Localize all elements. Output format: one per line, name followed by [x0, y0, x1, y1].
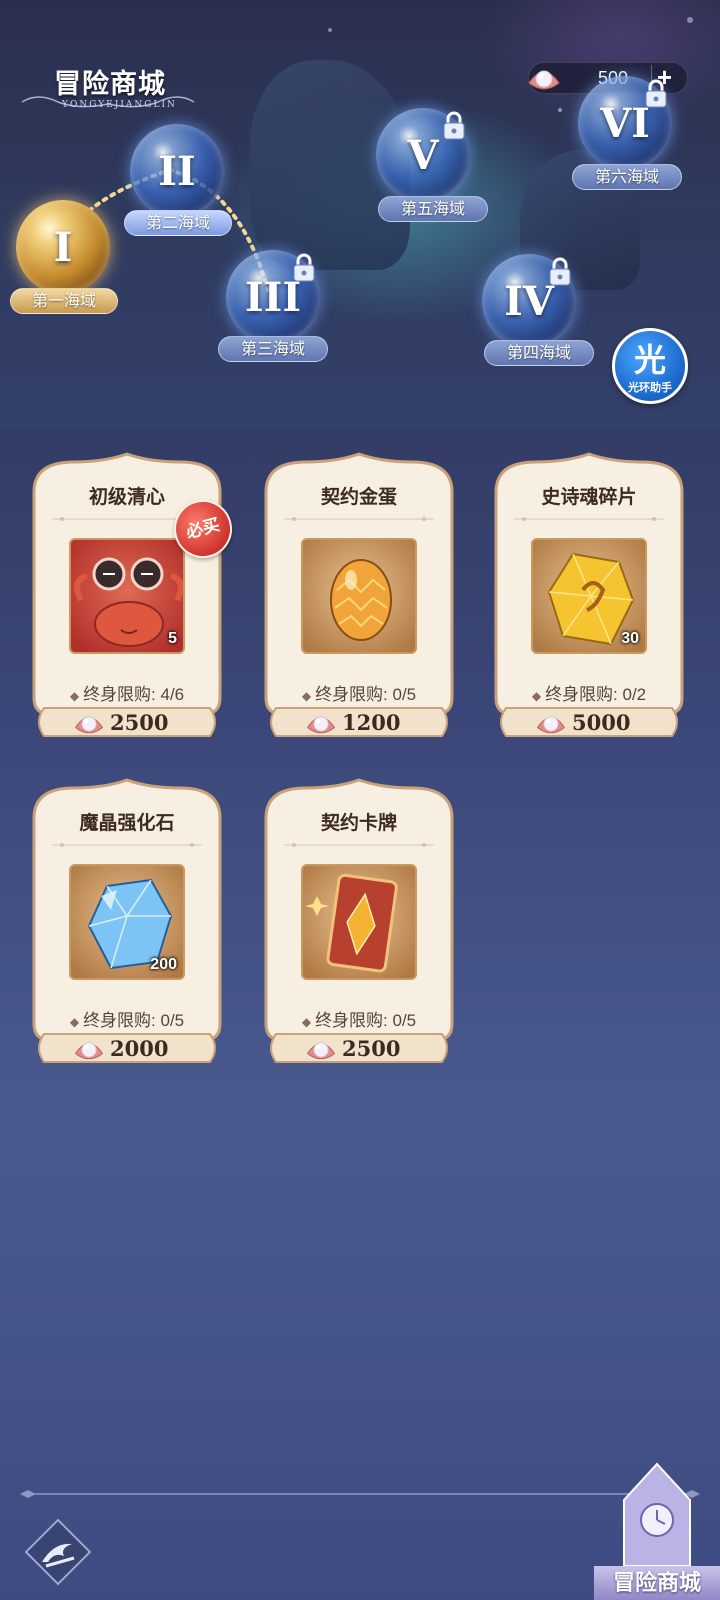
purchase-limit: ◆ 终身限购: 0/2 [486, 680, 692, 705]
region-2-numeral: II [158, 147, 196, 195]
divider-ornament [284, 517, 434, 521]
diamond-bullet-icon: ◆ [69, 689, 80, 703]
item-image: 5 [69, 538, 185, 654]
purchase-limit: ◆ 终身限购: 0/5 [24, 1006, 230, 1031]
region-6-bubble[interactable]: VI [578, 76, 672, 170]
purchase-limit-text: 终身限购: 0/5 [315, 1011, 417, 1030]
assistant-label: 光环助手 [628, 382, 672, 394]
region-1-bubble[interactable]: I [16, 200, 110, 294]
item-name: 史诗魂碎片 [541, 486, 637, 508]
halo-assistant-button[interactable]: 光 光环助手 [612, 328, 688, 404]
purchase-limit-text: 终身限购: 0/2 [545, 685, 647, 704]
purchase-limit-text: 终身限购: 0/5 [315, 685, 417, 704]
item-quantity: 200 [150, 956, 177, 973]
pearl-shell-icon [536, 716, 566, 734]
item-quantity: 30 [621, 630, 639, 647]
pearl-shell-icon [528, 70, 560, 90]
lock-icon [549, 257, 571, 286]
lock-icon [293, 253, 315, 282]
region-3-label[interactable]: 第三海域 [218, 336, 328, 362]
shop-item-card[interactable]: 初级清心 5 必买 ◆ 终身限购: 4/6 2500 [24, 452, 239, 738]
item-name: 契约金蛋 [320, 486, 397, 508]
adventure-shop-tab-label: 冒险商城 [594, 1566, 720, 1600]
purchase-limit: ◆ 终身限购: 4/6 [24, 680, 230, 705]
diamond-bullet-icon: ◆ [301, 689, 312, 703]
item-name: 契约卡牌 [320, 812, 397, 834]
region-5-bubble[interactable]: V [376, 108, 470, 202]
assistant-glyph: 光 [633, 341, 666, 379]
shop-item-card[interactable]: 契约金蛋 ◆ 终身限购: 0/5 1200 [256, 452, 462, 738]
purchase-limit: ◆ 终身限购: 0/5 [256, 680, 462, 705]
purchase-limit-text: 终身限购: 4/6 [83, 685, 185, 704]
shop-item-card[interactable]: 史诗魂碎片 30 ◆ 终身限购: 0/2 5000 [486, 452, 692, 738]
page-subtitle: YONGYEJIANGLIN [62, 100, 177, 110]
adventure-shop-tab[interactable]: 冒险商城 [594, 1460, 720, 1600]
item-price: 2500 [342, 1036, 401, 1061]
region-1-label[interactable]: 第一海域 [10, 288, 118, 314]
region-2-label[interactable]: 第二海域 [124, 210, 232, 236]
divider-ornament [52, 843, 202, 847]
shop-item-card[interactable]: 魔晶强化石 200 ◆ 终身限购: 0/5 2000 [24, 778, 230, 1064]
region-1-numeral: I [53, 223, 73, 271]
region-5-label[interactable]: 第五海域 [378, 196, 488, 222]
diamond-bullet-icon: ◆ [531, 689, 542, 703]
pearl-shell-icon [74, 716, 104, 734]
item-quantity: 5 [168, 630, 177, 647]
divider-ornament [514, 517, 664, 521]
diamond-bullet-icon: ◆ [69, 1015, 80, 1029]
pearl-shell-icon [306, 1042, 336, 1060]
lock-icon [443, 111, 465, 140]
item-price: 5000 [572, 710, 631, 735]
item-image: 200 [69, 864, 185, 980]
item-price: 2000 [110, 1036, 169, 1061]
diamond-bullet-icon: ◆ [301, 1015, 312, 1029]
region-4-bubble[interactable]: IV [482, 254, 576, 348]
region-3-bubble[interactable]: III [226, 250, 320, 344]
page-title: 冒险商城 [54, 69, 166, 100]
page-title-block: 冒险商城 YONGYEJIANGLIN [18, 60, 198, 116]
item-price: 2500 [110, 710, 169, 735]
clock-tower-icon [623, 1462, 691, 1567]
region-2-bubble[interactable]: II [130, 124, 224, 218]
purchase-limit-text: 终身限购: 0/5 [83, 1011, 185, 1030]
sea-map: 冒险商城 YONGYEJIANGLIN 500 + I 第一海域 II 第二海域… [0, 0, 720, 430]
contract-card-icon [305, 873, 398, 973]
item-name: 魔晶强化石 [79, 812, 175, 834]
item-price: 1200 [342, 710, 401, 735]
divider-ornament [284, 843, 434, 847]
shop-item-card[interactable]: 契约卡牌 ◆ 终身限购: 0/5 2500 [256, 778, 462, 1064]
pearl-shell-icon [74, 1042, 104, 1060]
item-image [301, 538, 417, 654]
item-image: 30 [531, 538, 647, 654]
item-image [301, 864, 417, 980]
region-4-label[interactable]: 第四海域 [484, 340, 594, 366]
region-6-label[interactable]: 第六海域 [572, 164, 682, 190]
pearl-shell-icon [306, 716, 336, 734]
purchase-limit: ◆ 终身限购: 0/5 [256, 1006, 462, 1031]
lock-icon [645, 79, 667, 108]
golden-egg-icon [330, 559, 392, 641]
back-button[interactable] [24, 1518, 92, 1586]
